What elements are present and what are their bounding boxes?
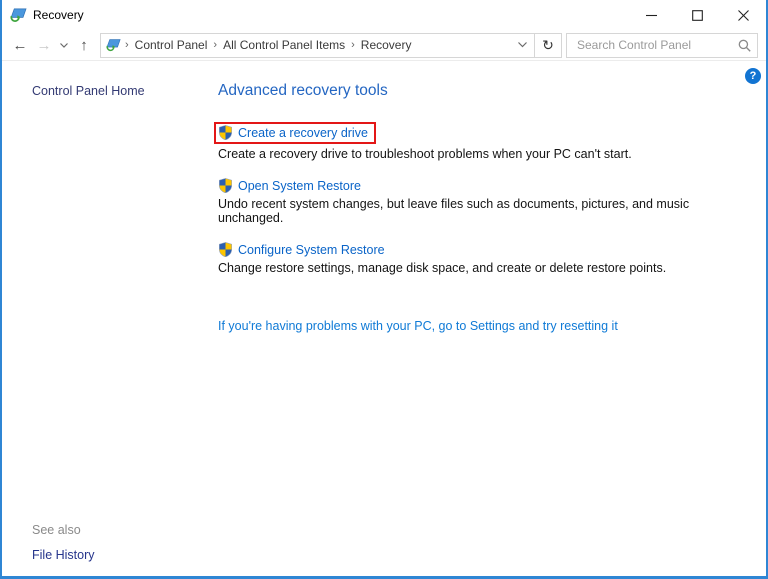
recent-locations-chevron-icon[interactable] [56, 33, 72, 57]
window-title: Recovery [33, 8, 84, 22]
address-dropdown-chevron-icon[interactable] [510, 34, 534, 57]
see-also-label: See also [32, 523, 81, 537]
minimize-button[interactable] [628, 0, 674, 30]
breadcrumb-all-control-panel-items[interactable]: All Control Panel Items [218, 38, 350, 52]
red-highlight-annotation: Create a recovery drive [214, 122, 376, 144]
breadcrumb-control-panel[interactable]: Control Panel [130, 38, 213, 52]
create-recovery-drive-description: Create a recovery drive to troubleshoot … [218, 147, 632, 161]
address-bar[interactable]: › Control Panel › All Control Panel Item… [100, 32, 562, 58]
task-configure-system-restore: Configure System Restore Change restore … [218, 242, 756, 275]
configure-system-restore-link[interactable]: Configure System Restore [238, 243, 385, 257]
open-system-restore-description: Undo recent system changes, but leave fi… [218, 197, 690, 225]
search-input[interactable] [575, 37, 738, 53]
maximize-button[interactable] [674, 0, 720, 30]
open-system-restore-link[interactable]: Open System Restore [238, 179, 361, 193]
back-button[interactable]: ← [8, 33, 32, 57]
search-box [566, 32, 758, 58]
task-list: Create a recovery drive Create a recover… [214, 122, 756, 275]
task-open-system-restore: Open System Restore Undo recent system c… [218, 178, 756, 225]
content-area: Control Panel Home See also File History… [2, 61, 766, 576]
task-create-recovery-drive: Create a recovery drive Create a recover… [214, 122, 756, 161]
sidebar-item-file-history[interactable]: File History [32, 548, 218, 562]
up-button[interactable]: ↑ [72, 33, 96, 57]
close-button[interactable] [720, 0, 766, 30]
uac-shield-icon [219, 125, 232, 140]
navigation-bar: ← → ↑ › Control Panel › All Control Pane… [2, 30, 766, 61]
go-to-settings-reset-link[interactable]: If you're having problems with your PC, … [218, 319, 618, 333]
sidebar: Control Panel Home See also File History [2, 61, 218, 576]
breadcrumb-recovery[interactable]: Recovery [356, 38, 417, 52]
configure-system-restore-description: Change restore settings, manage disk spa… [218, 261, 667, 275]
refresh-button[interactable]: ↻ [535, 34, 561, 57]
page-title: Advanced recovery tools [218, 82, 388, 99]
recovery-app-icon [10, 7, 27, 23]
main-panel: ? Advanced recovery tools Create a recov… [214, 61, 766, 576]
create-recovery-drive-link[interactable]: Create a recovery drive [238, 126, 368, 140]
uac-shield-icon [219, 178, 232, 193]
sidebar-item-control-panel-home[interactable]: Control Panel Home [32, 84, 218, 98]
search-icon[interactable] [738, 39, 751, 52]
forward-button[interactable]: → [32, 33, 56, 57]
help-button[interactable]: ? [745, 68, 761, 84]
recovery-window: Recovery ← → ↑ › Control Panel › All Con… [0, 0, 768, 579]
uac-shield-icon [219, 242, 232, 257]
address-recovery-icon [106, 38, 122, 52]
window-controls [628, 0, 766, 30]
sidebar-bottom: See also File History [32, 523, 218, 562]
title-bar: Recovery [2, 0, 766, 30]
